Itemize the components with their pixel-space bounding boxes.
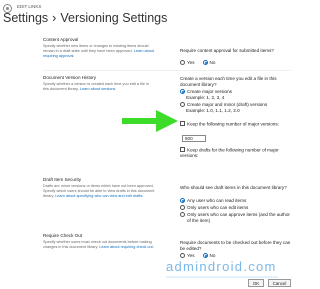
approval-yes-label: Yes: [187, 60, 195, 65]
check-out-yes-label: Yes: [187, 253, 195, 258]
keep-major-label: Keep the following number of major versi…: [180, 121, 286, 127]
draft-any-reader-label: Any user who can read items: [187, 198, 247, 203]
arrow-shaft: [122, 118, 158, 124]
check-out-no-radio[interactable]: [202, 253, 208, 258]
draft-editors-radio[interactable]: [180, 205, 185, 210]
check-out-no-label: No: [209, 253, 216, 258]
watermark-text: admindroid.com: [166, 259, 277, 274]
content-approval-description: Specify whether new items or changes to …: [43, 44, 155, 58]
check-out-title: Require Check Out: [43, 233, 83, 238]
draft-approvers-option[interactable]: Only users who can approve items (and th…: [180, 212, 292, 224]
learn-drafts-link[interactable]: Learn about specifying who can view and …: [55, 194, 143, 198]
draft-approvers-label: Only users who can approve items (and th…: [187, 212, 290, 223]
version-history-title: Document Version History: [43, 75, 97, 80]
draft-security-description: Drafts are minor versions or items which…: [43, 184, 155, 198]
keep-major-checkbox[interactable]: [180, 121, 185, 126]
section-divider: [43, 70, 291, 71]
check-out-options: Yes No: [180, 253, 215, 258]
approval-no-radio[interactable]: [202, 60, 208, 65]
content-approval-title: Content Approval: [43, 37, 79, 42]
settings-breadcrumb-link[interactable]: Settings: [3, 11, 48, 25]
breadcrumb-separator-icon: ›: [52, 11, 57, 25]
keep-drafts-checkbox[interactable]: [180, 147, 185, 152]
major-versions-count-input[interactable]: 500: [182, 135, 206, 142]
minor-versions-radio[interactable]: [180, 102, 185, 107]
version-history-description: Specify whether a version is created eac…: [43, 82, 149, 91]
major-versions-option[interactable]: Create major versions: [180, 89, 232, 94]
page-title: Settings › Versioning Settings: [3, 11, 167, 25]
version-history-question: Create a version each time you edit a fi…: [180, 76, 277, 87]
draft-editors-label: Only users who can edit items: [187, 205, 249, 210]
check-out-yes-radio[interactable]: [180, 253, 185, 258]
edit-links-link[interactable]: EDIT LINKS: [17, 4, 41, 9]
draft-editors-option[interactable]: Only users who can edit items: [180, 205, 248, 210]
draft-any-reader-option[interactable]: Any user who can read items: [180, 198, 246, 203]
draft-security-question: Who should see draft items in this docum…: [180, 185, 287, 190]
page-title-text: Versioning Settings: [60, 11, 168, 25]
arrow-head: [156, 110, 178, 132]
green-arrow-icon: [122, 110, 178, 132]
learn-check-out-link[interactable]: Learn about requiring check out.: [99, 245, 153, 249]
check-out-question: Require documents to be checked out befo…: [180, 240, 291, 251]
minor-versions-option[interactable]: Create major and minor (draft) versions: [180, 102, 267, 107]
cancel-button[interactable]: Cancel: [268, 279, 291, 287]
approval-yes-radio[interactable]: [180, 60, 185, 65]
watermark-underline: [166, 276, 278, 278]
minor-versions-label: Create major and minor (draft) versions: [187, 102, 268, 107]
draft-security-title: Draft Item Security: [43, 177, 82, 182]
keep-drafts-label: Keep drafts for the following number of …: [180, 147, 279, 159]
ok-button[interactable]: OK: [248, 279, 264, 287]
major-versions-radio[interactable]: [180, 89, 185, 94]
major-versions-label: Create major versions: [187, 89, 232, 94]
major-versions-example: Example: 1, 2, 3, 4: [186, 95, 225, 100]
content-approval-options: Yes No: [180, 60, 215, 65]
check-out-description: Specify whether users must check out doc…: [43, 240, 154, 249]
draft-any-reader-radio[interactable]: [180, 198, 185, 203]
draft-approvers-radio[interactable]: [180, 212, 185, 218]
learn-versions-link[interactable]: Learn about versions.: [80, 87, 117, 91]
minor-versions-example: Example: 1.0, 1.1, 1.2, 2.0: [186, 108, 240, 113]
approval-no-label: No: [209, 60, 216, 65]
content-approval-question: Require content approval for submitted i…: [180, 48, 274, 53]
